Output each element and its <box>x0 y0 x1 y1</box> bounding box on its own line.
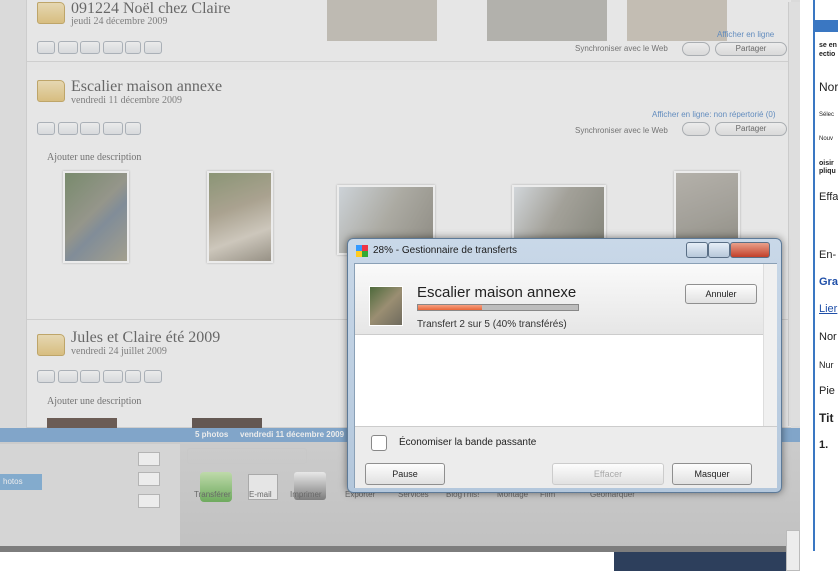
panel-text[interactable]: Lier <box>819 303 837 315</box>
panel-text: ectio <box>819 51 836 58</box>
item-title: Escalier maison annexe <box>417 284 577 301</box>
tool-email[interactable]: E-mail <box>249 490 272 499</box>
photo-thumb[interactable] <box>487 0 607 41</box>
tool-print[interactable]: Imprimer <box>290 490 322 499</box>
rotate-toolbar[interactable] <box>187 448 307 464</box>
clear-icon[interactable] <box>138 472 160 486</box>
panel-text: se en <box>819 42 837 49</box>
collage-icon[interactable] <box>80 41 101 54</box>
transfer-item: Escalier maison annexe Transfert 2 sur 5… <box>355 264 763 335</box>
photo-thumb[interactable] <box>207 171 273 263</box>
progress-fill <box>418 305 482 310</box>
hide-button[interactable]: Masquer <box>672 463 752 485</box>
panel-text[interactable]: Nouv <box>819 136 833 142</box>
label-icon[interactable] <box>138 494 160 508</box>
geotag-icon[interactable] <box>102 370 123 383</box>
share-button[interactable]: Partager <box>715 122 787 136</box>
photo-thumb[interactable] <box>63 171 129 263</box>
play-icon[interactable] <box>37 41 55 54</box>
panel-text: 1. <box>819 439 829 451</box>
sync-label: Synchroniser avec le Web <box>575 126 668 135</box>
maximize-icon[interactable] <box>708 242 730 258</box>
pause-button[interactable]: Pause <box>365 463 445 485</box>
progress-text: Transfert 2 sur 5 (40% transférés) <box>417 319 567 330</box>
dialog-title: 28% - Gestionnaire de transferts <box>373 245 517 256</box>
zoom-control[interactable] <box>786 530 800 571</box>
album-noel: 091224 Noël chez Claire jeudi 24 décembr… <box>27 0 791 62</box>
panel-text: oisir <box>819 160 834 167</box>
album-date: vendredi 24 juillet 2009 <box>71 346 167 357</box>
bandwidth-label[interactable]: Économiser la bande passante <box>399 437 536 448</box>
vertical-scrollbar[interactable] <box>788 2 800 426</box>
people-icon[interactable] <box>143 370 162 383</box>
transfer-manager-dialog: 28% - Gestionnaire de transferts Escalie… <box>347 238 782 493</box>
share-button[interactable]: Partager <box>715 42 787 56</box>
album-date: jeudi 24 décembre 2009 <box>71 16 168 27</box>
panel-text: pliqu <box>819 168 836 175</box>
album-date: vendredi 11 décembre 2009 <box>71 95 182 106</box>
folder-icon <box>37 334 65 356</box>
collage-icon[interactable] <box>80 122 101 135</box>
folder-icon <box>37 2 65 24</box>
status-count: 5 photos <box>195 430 229 439</box>
view-online-link[interactable]: Afficher en ligne: non répertorié (0) <box>652 110 775 119</box>
album-title[interactable]: Jules et Claire été 2009 <box>71 329 220 347</box>
add-description[interactable]: Ajouter une description <box>47 396 141 407</box>
photo-thumb[interactable] <box>47 418 117 428</box>
folder-icon <box>37 80 65 102</box>
bandwidth-checkbox[interactable] <box>371 435 387 451</box>
play-icon[interactable] <box>37 122 55 135</box>
photo-thumb[interactable] <box>327 0 437 41</box>
panel-text: Nor <box>819 80 838 94</box>
tray-label[interactable]: hotos <box>0 474 42 490</box>
panel-text[interactable]: Pie <box>819 385 835 397</box>
selection-tray: hotos <box>0 444 180 552</box>
album-toolbar <box>37 122 142 137</box>
geotag-icon[interactable] <box>102 41 123 54</box>
dialog-scrollbar[interactable] <box>763 264 777 426</box>
dialog-footer: Économiser la bande passante Pause Effac… <box>355 426 777 488</box>
upload-icon[interactable] <box>57 370 78 383</box>
progress-bar <box>417 304 579 311</box>
panel-text[interactable]: Gra <box>819 276 838 288</box>
panel-text: Tit <box>819 411 834 425</box>
panel-text[interactable]: Effa <box>819 191 838 203</box>
star-icon[interactable] <box>125 122 142 135</box>
panel-text[interactable]: Nur <box>819 360 834 370</box>
album-title[interactable]: Escalier maison annexe <box>71 78 222 96</box>
status-date: vendredi 11 décembre 2009 <box>240 430 345 439</box>
taskbar <box>614 552 786 571</box>
people-icon[interactable] <box>143 41 162 54</box>
album-toolbar <box>37 370 162 385</box>
sync-toggle[interactable] <box>682 122 710 136</box>
panel-header <box>815 20 838 32</box>
album-toolbar <box>37 41 162 56</box>
view-online-link[interactable]: Afficher en ligne <box>717 30 774 39</box>
add-description[interactable]: Ajouter une description <box>47 152 141 163</box>
upload-icon[interactable] <box>57 122 78 135</box>
collage-icon[interactable] <box>80 370 101 383</box>
right-document-panel: se en ectio Nor Sélec Nouv oisir pliqu E… <box>813 0 838 551</box>
erase-button[interactable]: Effacer <box>552 463 664 485</box>
tool-upload[interactable]: Transférer <box>194 490 231 499</box>
upload-icon[interactable] <box>57 41 78 54</box>
pin-icon[interactable] <box>138 452 160 466</box>
sync-label: Synchroniser avec le Web <box>575 44 668 53</box>
minimize-icon[interactable] <box>686 242 708 258</box>
geotag-icon[interactable] <box>102 122 123 135</box>
panel-text[interactable]: Sélec <box>819 112 834 118</box>
dialog-body: Escalier maison annexe Transfert 2 sur 5… <box>354 263 777 488</box>
sync-toggle[interactable] <box>682 42 710 56</box>
item-thumbnail <box>369 286 403 326</box>
close-icon[interactable] <box>730 242 770 258</box>
cancel-button[interactable]: Annuler <box>685 284 757 304</box>
panel-text[interactable]: Nor <box>819 331 837 343</box>
star-icon[interactable] <box>125 41 142 54</box>
photo-thumb[interactable] <box>192 418 262 428</box>
panel-text[interactable]: En- <box>819 249 836 261</box>
star-icon[interactable] <box>125 370 142 383</box>
play-icon[interactable] <box>37 370 55 383</box>
app-icon <box>356 245 368 257</box>
photo-thumb[interactable] <box>627 0 727 41</box>
